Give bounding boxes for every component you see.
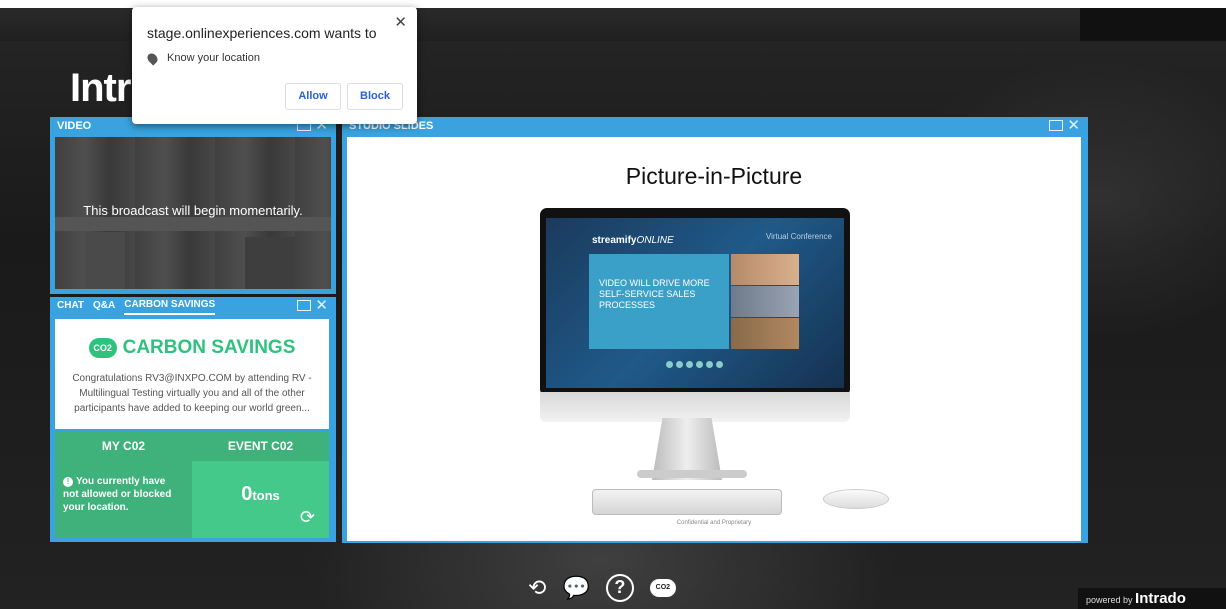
co2-cloud-icon: CO2 xyxy=(88,338,117,358)
location-notice-text: You currently have not allowed or blocke… xyxy=(63,476,172,513)
brand-logo: streamifyONLINE xyxy=(592,235,674,246)
page-title: Intr xyxy=(70,66,131,110)
powered-by-text: powered by xyxy=(1086,595,1133,605)
broadcast-message: This broadcast will begin momentarily. xyxy=(83,203,303,218)
brand-suffix: ONLINE xyxy=(636,235,674,246)
event-co2-value: 0tons xyxy=(192,483,329,506)
screen-control-dot xyxy=(706,361,713,368)
powered-by-badge: powered by Intrado xyxy=(1078,588,1226,609)
speaker-thumbnail xyxy=(731,286,799,317)
chat-panel: CHAT Q&A CARBON SAVINGS ✕ CO2 CARBON SAV… xyxy=(50,297,336,542)
location-notice: ! You currently have not allowed or block… xyxy=(63,475,183,514)
permission-text: Know your location xyxy=(167,52,260,64)
chat-icon[interactable]: 💬 xyxy=(562,575,589,601)
close-icon[interactable]: ✕ xyxy=(315,298,328,313)
screen-video-text: VIDEO WILL DRIVE MORE SELF-SERVICE SALES… xyxy=(599,278,710,310)
chat-window-controls: ✕ xyxy=(297,298,328,313)
event-co2-header: EVENT C02 xyxy=(192,431,329,461)
brand-name: streamify xyxy=(592,235,637,246)
carbon-description: Congratulations RV3@INXPO.COM by attendi… xyxy=(72,373,312,414)
speaker-thumbnail xyxy=(731,318,799,349)
video-panel: VIDEO ✕ This broadcast will begin moment… xyxy=(50,117,336,294)
tab-chat[interactable]: CHAT xyxy=(57,297,84,315)
carbon-savings-card: CO2 CARBON SAVINGS Congratulations RV3@I… xyxy=(55,319,329,429)
maximize-icon[interactable] xyxy=(297,300,312,311)
close-icon[interactable]: ✕ xyxy=(1067,118,1080,133)
slide-footer: Confidential and Proprietary xyxy=(676,520,752,526)
screen-control-dot xyxy=(716,361,723,368)
header-right-block xyxy=(1080,8,1226,41)
video-scene-figure xyxy=(245,237,295,289)
screen-control-dot xyxy=(686,361,693,368)
speaker-thumbnail xyxy=(731,254,799,285)
co2-cloud-icon[interactable]: CO2 xyxy=(649,579,676,597)
screen-control-dot xyxy=(666,361,673,368)
permission-row: Know your location xyxy=(145,50,260,66)
carbon-heading: CARBON SAVINGS xyxy=(122,337,296,358)
allow-button[interactable]: Allow xyxy=(285,83,341,110)
refresh-icon[interactable]: ⟳ xyxy=(300,507,315,528)
screen-speaker-thumbnails xyxy=(731,254,799,349)
virtual-conference-label: Virtual Conference xyxy=(765,232,832,241)
monitor-screen: streamifyONLINE Virtual Conference VIDEO… xyxy=(546,218,844,388)
event-co2-unit: tons xyxy=(252,488,280,503)
help-icon[interactable]: ? xyxy=(605,574,634,602)
keyboard-image xyxy=(592,489,782,515)
screen-controls xyxy=(666,361,723,368)
slides-panel-title: STUDIO SLIDES xyxy=(349,120,434,132)
mouse-image xyxy=(823,489,889,509)
slide-title: Picture-in-Picture xyxy=(625,163,803,189)
bottom-toolbar: ⟲ 💬 ? CO2 xyxy=(528,574,676,602)
my-co2-body: ! You currently have not allowed or block… xyxy=(55,461,192,538)
tab-carbon-savings[interactable]: CARBON SAVINGS xyxy=(124,297,216,315)
close-icon[interactable]: ✕ xyxy=(394,13,407,31)
block-button[interactable]: Block xyxy=(347,83,403,110)
carbon-title-row: CO2 CARBON SAVINGS xyxy=(55,337,329,359)
refresh-icon[interactable]: ⟲ xyxy=(528,575,546,601)
screen-control-dot xyxy=(676,361,683,368)
my-co2-header: MY C02 xyxy=(55,431,192,461)
monitor-image: streamifyONLINE Virtual Conference VIDEO… xyxy=(540,208,850,396)
chat-tabs: CHAT Q&A CARBON SAVINGS xyxy=(57,297,216,315)
screen-video-area: VIDEO WILL DRIVE MORE SELF-SERVICE SALES… xyxy=(589,254,729,349)
screen-control-dot xyxy=(696,361,703,368)
slide-canvas: Picture-in-Picture streamifyONLINE Virtu… xyxy=(347,137,1081,541)
slides-panel: STUDIO SLIDES ✕ Picture-in-Picture strea… xyxy=(342,117,1088,543)
monitor-base xyxy=(637,470,747,478)
intrado-logo: Intrado xyxy=(1135,590,1186,607)
popup-title: stage.onlinexperiences.com wants to xyxy=(147,25,377,41)
video-player[interactable]: This broadcast will begin momentarily. xyxy=(55,137,331,289)
video-scene-figure xyxy=(85,232,125,289)
monitor-chin xyxy=(540,392,850,422)
event-co2-number: 0 xyxy=(241,483,253,505)
event-co2-body: 0tons ⟳ xyxy=(192,461,329,538)
video-scene-bench xyxy=(55,217,331,231)
maximize-icon[interactable] xyxy=(1049,120,1064,131)
tab-qa[interactable]: Q&A xyxy=(93,297,115,315)
slides-window-controls: ✕ xyxy=(1049,118,1080,133)
location-pin-icon xyxy=(145,50,160,66)
info-icon: ! xyxy=(63,477,73,487)
location-permission-popup: stage.onlinexperiences.com wants to ✕ Kn… xyxy=(132,7,417,124)
